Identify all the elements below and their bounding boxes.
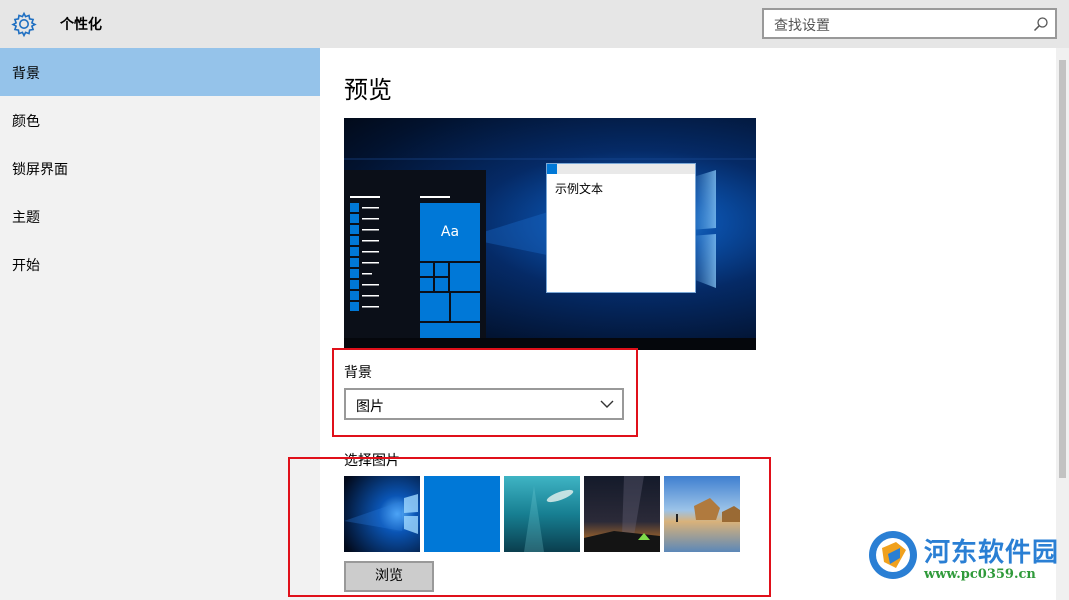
search-input[interactable]: 查找设置	[762, 8, 1057, 39]
background-highlight-box	[332, 348, 638, 437]
sidebar-item-background[interactable]: 背景	[0, 48, 320, 96]
preview-window: 示例文本	[546, 163, 696, 293]
search-placeholder[interactable]: 查找设置	[774, 15, 830, 35]
sidebar: 背景 颜色 锁屏界面 主题 开始	[0, 48, 320, 600]
choose-picture-highlight-box	[288, 457, 771, 597]
sidebar-item-start[interactable]: 开始	[0, 240, 320, 288]
title-bar: 个性化 查找设置	[0, 0, 1069, 48]
sidebar-item-themes[interactable]: 主题	[0, 192, 320, 240]
watermark-text: 河东软件园	[924, 538, 1060, 568]
sidebar-item-label: 开始	[12, 258, 40, 274]
sidebar-item-colors[interactable]: 颜色	[0, 96, 320, 144]
desktop-preview: Aa 示例文本	[344, 118, 756, 350]
sidebar-item-label: 颜色	[12, 114, 40, 130]
sidebar-item-label: 主题	[12, 210, 40, 226]
watermark-logo-icon	[869, 531, 917, 579]
search-icon[interactable]	[1033, 16, 1049, 32]
sidebar-item-label: 背景	[12, 66, 40, 82]
preview-window-icon	[547, 164, 557, 174]
scrollbar-thumb[interactable]	[1059, 60, 1066, 478]
vertical-scrollbar[interactable]	[1056, 48, 1069, 600]
preview-window-titlebar	[547, 164, 695, 174]
sidebar-item-lock-screen[interactable]: 锁屏界面	[0, 144, 320, 192]
preview-heading: 预览	[344, 76, 392, 104]
preview-sample-text: 示例文本	[555, 182, 604, 196]
gear-icon	[11, 11, 37, 38]
sidebar-item-label: 锁屏界面	[12, 162, 68, 178]
watermark-url: www.pc0359.cn	[924, 567, 1036, 582]
window-title: 个性化	[60, 17, 102, 33]
